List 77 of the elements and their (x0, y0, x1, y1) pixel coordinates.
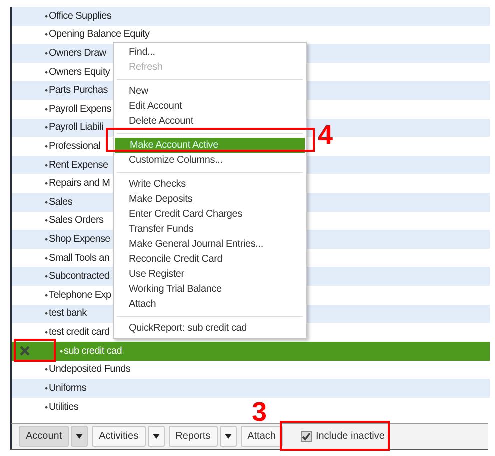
account-name[interactable]: Repairs and M (49, 178, 110, 190)
bullet-icon (45, 238, 48, 241)
step-number: 4 (318, 122, 334, 149)
selected-row[interactable]: sub credit cad (12, 342, 490, 361)
menu-item[interactable]: Working Trial Balance (114, 282, 306, 297)
bullet-icon (60, 350, 63, 353)
step-number: 3 (252, 399, 268, 426)
menu-item[interactable]: Write Checks (114, 177, 306, 192)
menu-item[interactable]: Make Deposits (114, 192, 306, 207)
checkbox-label: Include inactive (316, 431, 385, 442)
account-name[interactable]: Shop Expense (49, 234, 110, 245)
menu-item[interactable]: Edit Account (114, 99, 306, 114)
bullet-icon (45, 275, 48, 278)
menu-item[interactable]: Use Register (114, 267, 306, 282)
bullet-icon (45, 144, 48, 148)
account-name[interactable]: Uniforms (49, 383, 87, 394)
menu-item[interactable]: Attach (114, 297, 306, 312)
account-name[interactable]: Professional (49, 140, 100, 152)
toolbar-button[interactable]: Reports (168, 426, 218, 447)
bullet-icon (45, 406, 48, 409)
bullet-icon (45, 256, 48, 260)
inactive-icon (20, 346, 30, 356)
checkmark-icon (302, 432, 311, 441)
account-name[interactable]: test bank (49, 308, 87, 320)
account-name[interactable]: Opening Balance Equity (49, 29, 150, 40)
account-name[interactable]: Office Supplies (49, 10, 112, 22)
bullet-icon (45, 89, 48, 92)
toolbar-button[interactable]: Account (19, 426, 70, 447)
account-name[interactable]: Payroll Liabili (49, 122, 104, 134)
account-name[interactable]: Subcontracted (49, 271, 110, 282)
dropdown-button[interactable] (71, 426, 88, 447)
account-name[interactable]: Telephone Exp (49, 290, 112, 301)
bullet-icon (45, 312, 48, 316)
bullet-icon (45, 70, 48, 74)
account-name[interactable]: Payroll Expens (49, 104, 112, 115)
bullet-icon (45, 52, 48, 55)
checkbox[interactable] (300, 431, 312, 442)
bullet-icon (45, 200, 48, 204)
bullet-icon (45, 368, 48, 372)
caret-icon (76, 434, 84, 439)
menu-item[interactable]: Transfer Funds (114, 222, 306, 237)
account-name[interactable]: Parts Purchas (49, 85, 108, 96)
bullet-icon (45, 219, 48, 222)
bullet-icon (45, 126, 48, 130)
bullet-icon (45, 182, 48, 186)
account-name[interactable]: Undeposited Funds (49, 364, 131, 376)
account-name[interactable]: test credit card (49, 326, 110, 338)
account-name[interactable]: Utilities (49, 402, 79, 413)
bullet-icon (45, 33, 48, 36)
account-name[interactable]: Small Tools an (49, 252, 110, 264)
menu-item[interactable]: New (114, 84, 306, 99)
account-name: sub credit cad (64, 346, 122, 357)
toolbar-button[interactable]: Activities (92, 426, 146, 447)
menu-item[interactable]: Find... (114, 45, 306, 60)
account-name[interactable]: Sales Orders (49, 215, 104, 226)
menu-item[interactable]: QuickReport: sub credit cad (114, 321, 306, 336)
menu-item[interactable]: Enter Credit Card Charges (114, 207, 306, 222)
bullet-icon (45, 164, 48, 167)
account-name[interactable]: Owners Draw (49, 48, 106, 59)
caret-icon (152, 434, 160, 439)
bullet-icon (45, 108, 48, 111)
bullet-icon (45, 330, 48, 334)
dropdown-button[interactable] (148, 426, 165, 447)
account-name[interactable]: Sales (49, 196, 73, 208)
toolbar-button[interactable]: Attach (240, 426, 283, 447)
dropdown-button[interactable] (220, 426, 237, 447)
bullet-icon (45, 14, 48, 18)
account-name[interactable]: Rent Expense (49, 160, 108, 171)
menu-item[interactable]: Customize Columns... (114, 153, 306, 168)
menu-item[interactable]: Reconcile Credit Card (114, 252, 306, 267)
highlight-box (14, 339, 56, 362)
caret-icon (224, 434, 232, 439)
bullet-icon (45, 294, 48, 297)
menu-item[interactable]: Delete Account (114, 114, 306, 129)
menu-item[interactable]: Make General Journal Entries... (114, 237, 306, 252)
bullet-icon (45, 387, 48, 390)
account-name[interactable]: Owners Equity (49, 66, 110, 78)
